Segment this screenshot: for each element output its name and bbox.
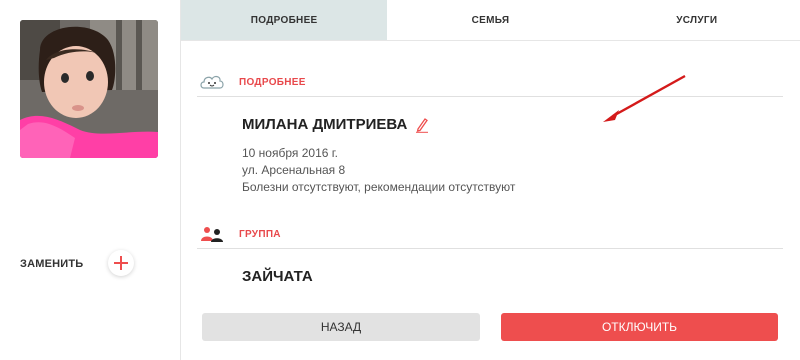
- details-section-title: ПОДРОБНЕЕ: [239, 76, 306, 88]
- tab-services[interactable]: УСЛУГИ: [594, 0, 800, 40]
- pencil-icon[interactable]: [415, 117, 429, 133]
- tab-bar: ПОДРОБНЕЕ СЕМЬЯ УСЛУГИ: [181, 0, 800, 41]
- group-section-title: ГРУППА: [239, 228, 281, 240]
- disconnect-button[interactable]: ОТКЛЮЧИТЬ: [501, 313, 778, 341]
- profile-sidebar: ЗАМЕНИТЬ: [0, 0, 181, 360]
- address: ул. Арсенальная 8: [242, 163, 346, 177]
- child-name-row: МИЛАНА ДМИТРИЕВА: [242, 116, 429, 133]
- tab-family[interactable]: СЕМЬЯ: [387, 0, 593, 40]
- plus-icon: [114, 256, 128, 270]
- replace-photo-row: ЗАМЕНИТЬ: [20, 250, 134, 278]
- details-section-header: ПОДРОБНЕЕ: [197, 68, 783, 97]
- child-name: МИЛАНА ДМИТРИЕВА: [242, 116, 408, 133]
- group-section-header: ГРУППА: [197, 220, 783, 249]
- tab-details[interactable]: ПОДРОБНЕЕ: [181, 0, 388, 40]
- people-icon: [197, 223, 227, 245]
- cloud-face-icon: [197, 71, 227, 93]
- group-name: ЗАЙЧАТА: [242, 268, 313, 285]
- health-note: Болезни отсутствуют, рекомендации отсутс…: [242, 180, 516, 194]
- add-photo-button[interactable]: [108, 250, 134, 276]
- replace-photo-label[interactable]: ЗАМЕНИТЬ: [20, 258, 83, 270]
- birth-date: 10 ноября 2016 г.: [242, 146, 338, 160]
- main-content: ПОДРОБНЕЕ СЕМЬЯ УСЛУГИ ПОДРОБНЕЕ МИЛАНА …: [181, 0, 800, 360]
- back-button[interactable]: НАЗАД: [202, 313, 480, 341]
- avatar[interactable]: [20, 20, 158, 158]
